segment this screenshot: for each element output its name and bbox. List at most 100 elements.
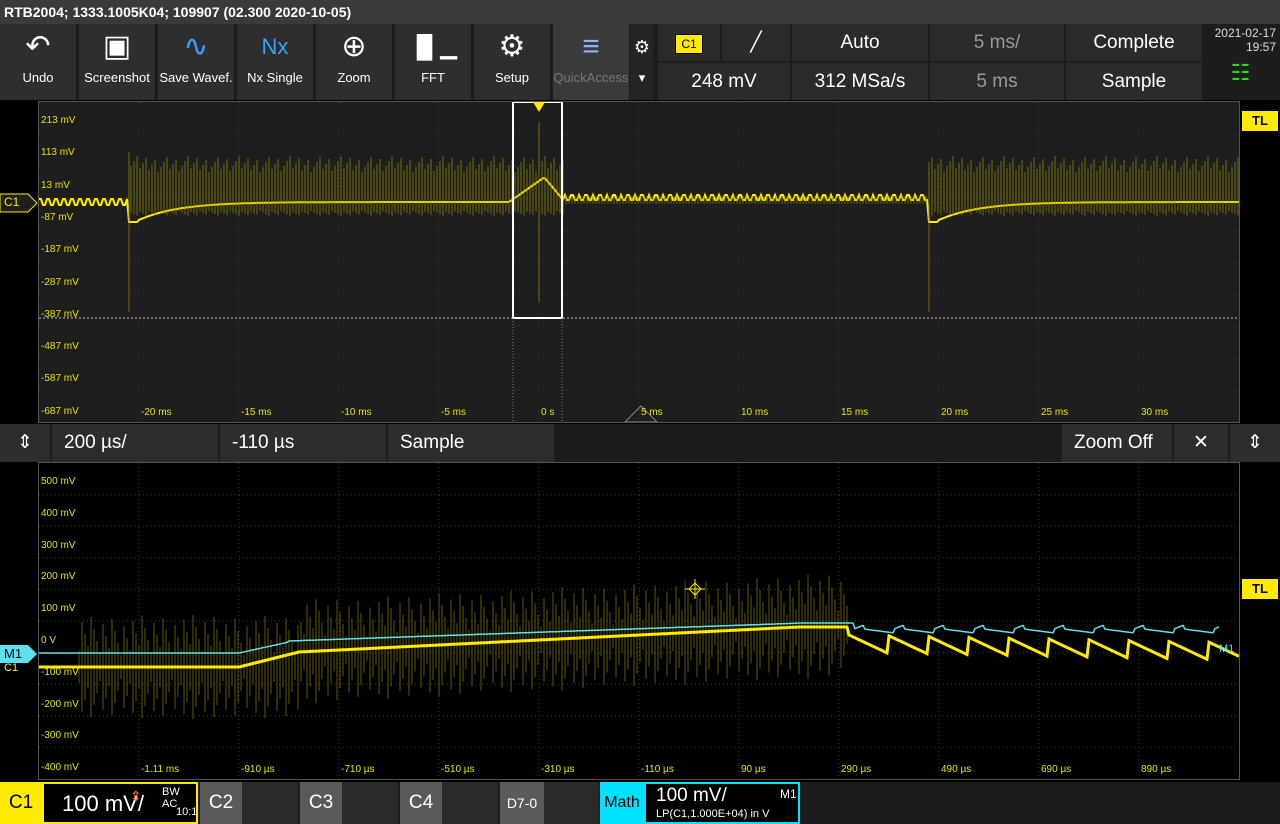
lower-x-tick-0: -1.11 ms bbox=[141, 764, 180, 775]
lower-x-tick-9: 690 µs bbox=[1041, 764, 1072, 775]
trigger-position-marker[interactable] bbox=[533, 102, 545, 112]
ch1-zoom-noise bbox=[78, 574, 848, 719]
lower-y-tick-3: 200 mV bbox=[41, 571, 76, 583]
upper-y-tick-3: -87 mV bbox=[41, 211, 74, 223]
zoom-resize-left-icon[interactable]: ⇕ bbox=[0, 424, 50, 462]
upper-y-tick-5: -287 mV bbox=[41, 276, 79, 288]
save-waveform-button[interactable]: ∿ Save Wavef. bbox=[158, 24, 235, 100]
upper-x-tick-3: -5 ms bbox=[441, 407, 466, 418]
trigger-slope[interactable]: ╱ bbox=[722, 24, 790, 61]
rising-edge-icon: ╱ bbox=[750, 32, 762, 53]
zoom-off-button[interactable]: Zoom Off bbox=[1062, 424, 1172, 462]
zoom-resize-right-icon[interactable]: ⇕ bbox=[1230, 424, 1280, 462]
upper-x-tick-10: 30 ms bbox=[1141, 407, 1169, 418]
upper-x-tick-5: 5 ms bbox=[641, 407, 663, 418]
c4-channel-button[interactable]: C4 bbox=[400, 782, 442, 824]
fft-button[interactable]: ▐▌▁ FFT bbox=[395, 24, 472, 100]
trigger-level-marker-lower[interactable]: TL bbox=[1242, 579, 1278, 599]
upper-y-tick-7: -487 mV bbox=[41, 341, 79, 353]
quick-access-button[interactable]: ≡ QuickAccess bbox=[553, 24, 630, 100]
camera-icon: ▣ bbox=[102, 30, 132, 63]
gear-small-icon: ⚙ bbox=[633, 37, 651, 57]
c4-settings[interactable] bbox=[442, 782, 498, 824]
lower-x-tick-8: 490 µs bbox=[941, 764, 972, 775]
lower-x-tick-2: -710 µs bbox=[341, 764, 375, 775]
upper-y-tick-2: 13 mV bbox=[41, 179, 70, 191]
upper-y-tick-8: -587 mV bbox=[41, 373, 79, 385]
upper-x-tick-8: 20 ms bbox=[941, 407, 969, 418]
lower-x-tick-4: -310 µs bbox=[541, 764, 575, 775]
math-expression: LP(C1,1.000E+04) in V bbox=[656, 808, 770, 820]
zoom-bar: ⇕ 200 µs/ -110 µs Sample Zoom Off ✕ ⇕ bbox=[0, 424, 1280, 462]
upper-y-tick-0: 213 mV bbox=[41, 115, 76, 126]
lower-x-tick-1: -910 µs bbox=[241, 764, 275, 775]
math-scale: 100 mV/ bbox=[656, 785, 727, 806]
lower-x-tick-10: 890 µs bbox=[1141, 764, 1172, 775]
horizontal-position[interactable]: 5 ms bbox=[930, 63, 1064, 100]
ch1-noise-envelope bbox=[128, 122, 1239, 312]
title-bar: RTB2004; 1333.1005K04; 109907 (02.300 20… bbox=[0, 0, 1280, 24]
timebase[interactable]: 5 ms/ bbox=[930, 24, 1064, 61]
channel-bar: C1 100 mV/ ⇕ BW AC 10:1 C2 C3 C4 D7-0 Ma… bbox=[0, 782, 1280, 824]
acquisition-mode[interactable]: Sample bbox=[1066, 63, 1202, 100]
upper-y-tick-9: -687 mV bbox=[41, 405, 79, 417]
setup-button[interactable]: ⚙ Setup bbox=[474, 24, 551, 100]
lower-y-tick-5: 0 V bbox=[41, 635, 57, 646]
lower-y-tick-9: -400 mV bbox=[41, 762, 79, 774]
zoom-scale[interactable]: 200 µs/ bbox=[52, 424, 218, 462]
c1-channel-button[interactable]: C1 bbox=[0, 782, 42, 824]
ch1-offset-marker[interactable]: C1 bbox=[0, 193, 38, 213]
fft-icon: ▐▌▁ bbox=[408, 34, 458, 59]
trigger-mode[interactable]: Auto bbox=[792, 24, 928, 61]
nx-single-icon: Nx bbox=[261, 34, 289, 59]
c2-settings[interactable] bbox=[242, 782, 298, 824]
network-icon: ☷ bbox=[1230, 60, 1251, 85]
zoom-icon: ⊕ bbox=[341, 30, 367, 63]
c2-channel-button[interactable]: C2 bbox=[200, 782, 242, 824]
lower-y-tick-1: 400 mV bbox=[41, 507, 76, 519]
sample-rate[interactable]: 312 MSa/s bbox=[792, 63, 928, 100]
upper-x-tick-6: 10 ms bbox=[741, 407, 769, 418]
lower-x-tick-3: -510 µs bbox=[441, 764, 475, 775]
zoom-offset[interactable]: -110 µs bbox=[220, 424, 386, 462]
math-button[interactable]: Math bbox=[600, 782, 644, 824]
digital-channel-button[interactable]: D7-0 bbox=[500, 782, 544, 824]
lower-x-tick-5: -110 µs bbox=[641, 764, 674, 775]
acquisition-state[interactable]: Complete bbox=[1066, 24, 1202, 61]
trigger-level[interactable]: 248 mV bbox=[658, 63, 790, 100]
toolbar: ↶ Undo ▣ Screenshot ∿ Save Wavef. Nx Nx … bbox=[0, 24, 1280, 100]
zoom-button[interactable]: ⊕ Zoom bbox=[316, 24, 393, 100]
zoom-acq-mode[interactable]: Sample bbox=[388, 424, 554, 462]
c3-settings[interactable] bbox=[342, 782, 398, 824]
c1-settings[interactable]: 100 mV/ ⇕ BW AC 10:1 bbox=[42, 782, 198, 824]
trigger-source[interactable]: C1 bbox=[658, 24, 720, 61]
digital-settings[interactable] bbox=[544, 782, 598, 824]
m1-offset-marker[interactable]: M1 bbox=[0, 644, 38, 664]
undo-button[interactable]: ↶ Undo bbox=[0, 24, 77, 100]
lower-y-tick-8: -300 mV bbox=[41, 730, 79, 742]
main-waveform-pane[interactable]: 213 mV 113 mV 13 mV -87 mV -187 mV -287 mV -38… bbox=[38, 101, 1240, 423]
datetime: 2021-02-17 19:57 ☷ bbox=[1205, 24, 1280, 100]
lower-y-tick-2: 300 mV bbox=[41, 539, 76, 551]
upper-x-tick-4: 0 s bbox=[541, 407, 555, 418]
main-waveform-svg bbox=[39, 102, 1239, 422]
upper-x-tick-7: 15 ms bbox=[841, 407, 869, 418]
math-m1-trace bbox=[39, 622, 1220, 654]
math-settings[interactable]: 100 mV/ M1 LP(C1,1.000E+04) in V bbox=[644, 782, 800, 824]
settings-menu-button[interactable]: ⚙ ▾ bbox=[630, 24, 655, 100]
chevron-down-icon: ▾ bbox=[638, 70, 646, 85]
upper-x-tick-9: 25 ms bbox=[1041, 407, 1069, 418]
undo-icon: ↶ bbox=[25, 30, 51, 63]
save-waveform-icon: ∿ bbox=[183, 30, 209, 63]
upper-x-tick-1: -15 ms bbox=[241, 407, 272, 418]
c1-zoom-offset-marker[interactable]: C1 bbox=[0, 662, 30, 678]
lower-y-tick-4: 100 mV bbox=[41, 603, 76, 615]
math-name: M1 bbox=[780, 787, 797, 801]
c3-channel-button[interactable]: C3 bbox=[300, 782, 342, 824]
zoom-waveform-pane[interactable]: M1 500 mV 400 mV 300 mV 200 mV 100 mV 0 V -100… bbox=[38, 462, 1240, 780]
zoom-window-marker[interactable] bbox=[512, 102, 563, 319]
close-icon[interactable]: ✕ bbox=[1174, 424, 1228, 462]
nx-single-button[interactable]: Nx Nx Single bbox=[237, 24, 314, 100]
screenshot-button[interactable]: ▣ Screenshot bbox=[79, 24, 156, 100]
trigger-level-marker-upper[interactable]: TL bbox=[1242, 111, 1278, 131]
